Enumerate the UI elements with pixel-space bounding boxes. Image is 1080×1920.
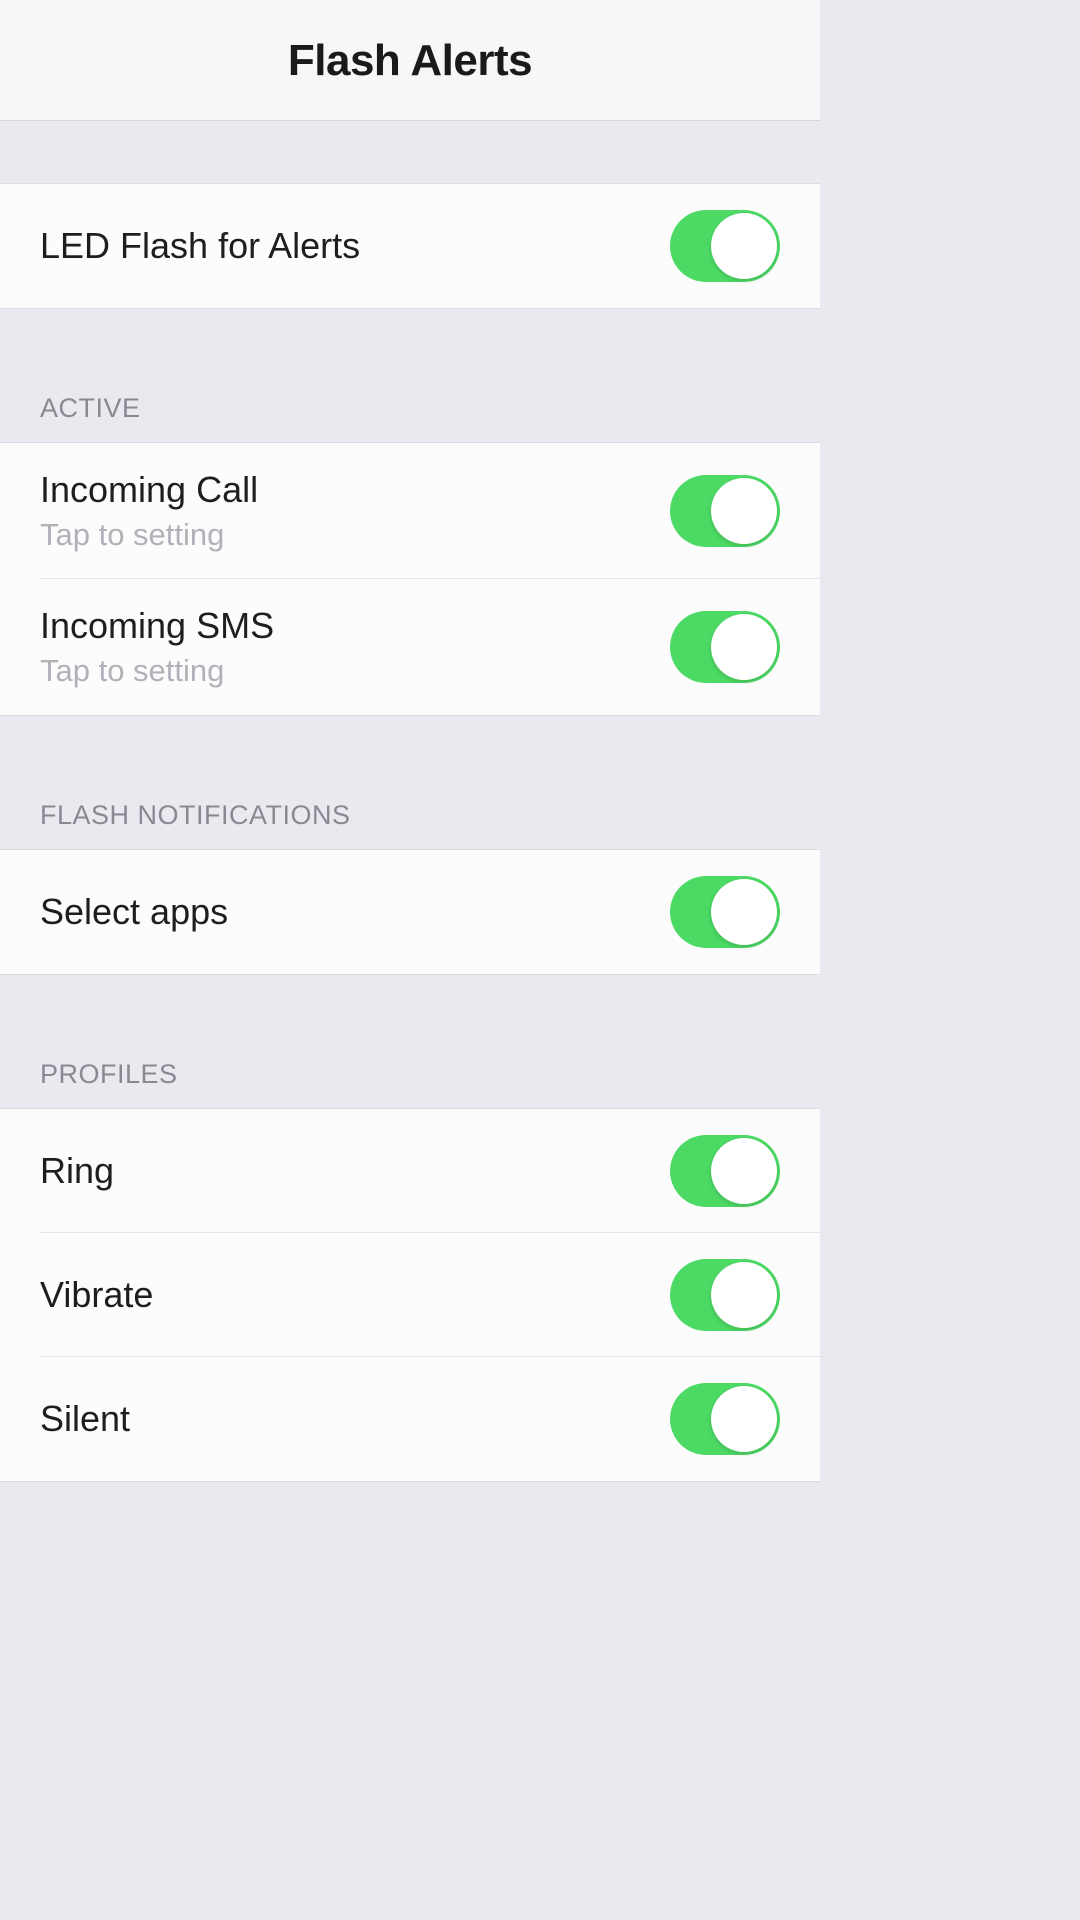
vibrate-label: Vibrate (40, 1274, 153, 1316)
spacer (0, 121, 820, 183)
toggle-knob (711, 478, 777, 544)
row-text: LED Flash for Alerts (40, 225, 360, 267)
bottom-space (0, 1482, 820, 1546)
section-header-active: ACTIVE (0, 393, 820, 442)
toggle-silent[interactable] (670, 1383, 780, 1455)
toggle-incoming-call[interactable] (670, 475, 780, 547)
incoming-sms-subtitle: Tap to setting (40, 653, 274, 689)
silent-label: Silent (40, 1398, 130, 1440)
row-select-apps[interactable]: Select apps (0, 850, 820, 974)
toggle-knob (711, 879, 777, 945)
section-profiles: Ring Vibrate Silent (0, 1108, 820, 1482)
ring-label: Ring (40, 1150, 114, 1192)
row-ring[interactable]: Ring (0, 1109, 820, 1233)
led-flash-label: LED Flash for Alerts (40, 225, 360, 267)
toggle-incoming-sms[interactable] (670, 611, 780, 683)
section-main: LED Flash for Alerts (0, 183, 820, 309)
incoming-sms-label: Incoming SMS (40, 605, 274, 647)
page-title: Flash Alerts (20, 36, 800, 86)
row-text: Select apps (40, 891, 228, 933)
toggle-select-apps[interactable] (670, 876, 780, 948)
row-vibrate[interactable]: Vibrate (0, 1233, 820, 1357)
toggle-ring[interactable] (670, 1135, 780, 1207)
toggle-vibrate[interactable] (670, 1259, 780, 1331)
section-active: Incoming Call Tap to setting Incoming SM… (0, 442, 820, 716)
row-silent[interactable]: Silent (0, 1357, 820, 1481)
incoming-call-subtitle: Tap to setting (40, 517, 258, 553)
row-text: Incoming Call Tap to setting (40, 469, 258, 553)
row-text: Vibrate (40, 1274, 153, 1316)
row-led-flash[interactable]: LED Flash for Alerts (0, 184, 820, 308)
toggle-knob (711, 1262, 777, 1328)
section-flash-notifications: Select apps (0, 849, 820, 975)
row-text: Ring (40, 1150, 114, 1192)
header: Flash Alerts (0, 0, 820, 121)
row-incoming-sms[interactable]: Incoming SMS Tap to setting (0, 579, 820, 715)
select-apps-label: Select apps (40, 891, 228, 933)
section-header-flash-notifications: FLASH NOTIFICATIONS (0, 800, 820, 849)
row-text: Incoming SMS Tap to setting (40, 605, 274, 689)
row-text: Silent (40, 1398, 130, 1440)
section-gap (0, 309, 820, 393)
toggle-knob (711, 1138, 777, 1204)
toggle-led-flash[interactable] (670, 210, 780, 282)
toggle-knob (711, 213, 777, 279)
section-header-profiles: PROFILES (0, 1059, 820, 1108)
toggle-knob (711, 1386, 777, 1452)
incoming-call-label: Incoming Call (40, 469, 258, 511)
section-gap (0, 716, 820, 800)
row-incoming-call[interactable]: Incoming Call Tap to setting (0, 443, 820, 579)
section-gap (0, 975, 820, 1059)
toggle-knob (711, 614, 777, 680)
